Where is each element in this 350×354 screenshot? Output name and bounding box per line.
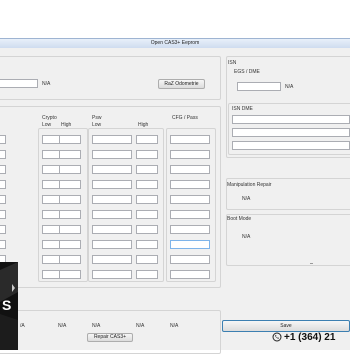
repair-cas3-label: Repair CAS3+ — [93, 334, 127, 340]
psw-low-field-2[interactable] — [92, 150, 132, 159]
psw-low-field-9[interactable] — [92, 255, 132, 264]
egs-dme-label: EGS / DME — [234, 69, 260, 75]
isn-dme-field-1[interactable] — [232, 115, 350, 124]
psw-high-field-1[interactable] — [136, 135, 158, 144]
cfg-pass-field-2[interactable] — [170, 150, 210, 159]
psw-low-field-3[interactable] — [92, 165, 132, 174]
psw-low-field-10[interactable] — [92, 270, 132, 279]
crypto-high-field-1[interactable] — [59, 135, 81, 144]
psw-low-field-1[interactable] — [92, 135, 132, 144]
psw-low-field-7[interactable] — [92, 225, 132, 234]
manipulation-label: Manipulation Repair — [227, 182, 272, 188]
left-edge-field-3[interactable] — [0, 165, 6, 174]
isn-dme-field-3[interactable] — [232, 141, 350, 150]
psw-low-field-8[interactable] — [92, 240, 132, 249]
psw-high-field-10[interactable] — [136, 270, 158, 279]
phone-number: +1 (364) 21 — [284, 332, 335, 343]
cas-eeprom-window: N/A RaZ Odometrie Crypto Low High Psw Lo… — [0, 48, 350, 354]
psw-low-field-5[interactable] — [92, 195, 132, 204]
window-title: Open CAS3+ Eeprom — [150, 40, 200, 46]
egs-dme-field[interactable] — [237, 82, 281, 91]
cfg-pass-field-7[interactable] — [170, 225, 210, 234]
cfg-pass-field-3[interactable] — [170, 165, 210, 174]
bottom-value-5: N/A — [170, 323, 179, 329]
boot-mode-label: Boot Mode — [227, 216, 252, 222]
crypto-high-field-10[interactable] — [59, 270, 81, 279]
phone-number-text: +1 (364) 21 — [284, 332, 336, 343]
reset-odometer-label: RaZ Odometrie — [164, 81, 199, 87]
cfg-pass-label: CFG / Pass — [172, 115, 198, 121]
cfg-pass-field-9[interactable] — [170, 255, 210, 264]
left-edge-field-8[interactable] — [0, 240, 6, 249]
boot-mode-marker — [310, 263, 313, 264]
crypto-high-field-7[interactable] — [59, 225, 81, 234]
cfg-pass-field-10[interactable] — [170, 270, 210, 279]
left-edge-field-7[interactable] — [0, 225, 6, 234]
psw-low-field-6[interactable] — [92, 210, 132, 219]
psw-low-field-4[interactable] — [92, 180, 132, 189]
crypto-high-field-9[interactable] — [59, 255, 81, 264]
crypto-label: Crypto — [42, 115, 57, 121]
reset-odometer-button[interactable]: RaZ Odometrie — [158, 79, 205, 89]
brand-logo: S — [0, 262, 18, 350]
left-edge-field-5[interactable] — [0, 195, 6, 204]
psw-high-field-5[interactable] — [136, 195, 158, 204]
crypto-high-field-8[interactable] — [59, 240, 81, 249]
odometer-value: N/A — [42, 81, 51, 87]
whatsapp-icon — [272, 332, 282, 342]
crypto-high-field-4[interactable] — [59, 180, 81, 189]
psw-high-field-8[interactable] — [136, 240, 158, 249]
psw-high-field-2[interactable] — [136, 150, 158, 159]
cfg-pass-field-5[interactable] — [170, 195, 210, 204]
bottom-value-3: N/A — [92, 323, 101, 329]
odometer-group — [0, 56, 221, 100]
svg-text:S: S — [2, 297, 11, 313]
cfg-pass-field-4[interactable] — [170, 180, 210, 189]
cfg-pass-field-8[interactable] — [170, 240, 210, 249]
manipulation-value: N/A — [242, 196, 251, 202]
psw-high-field-3[interactable] — [136, 165, 158, 174]
crypto-high-field-6[interactable] — [59, 210, 81, 219]
odometer-field[interactable] — [0, 79, 38, 88]
save-button[interactable]: Save — [222, 320, 350, 332]
crypto-high-field-3[interactable] — [59, 165, 81, 174]
isn-dme-field-2[interactable] — [232, 128, 350, 137]
psw-high-field-7[interactable] — [136, 225, 158, 234]
bottom-value-4: N/A — [136, 323, 145, 329]
psw-high-field-6[interactable] — [136, 210, 158, 219]
save-label: Save — [280, 323, 292, 329]
bottom-value-1: /A — [20, 323, 25, 329]
left-edge-field-4[interactable] — [0, 180, 6, 189]
egs-dme-value: N/A — [285, 84, 294, 90]
psw-label: Psw — [92, 115, 102, 121]
left-edge-field-6[interactable] — [0, 210, 6, 219]
psw-high-field-9[interactable] — [136, 255, 158, 264]
left-edge-field-2[interactable] — [0, 150, 6, 159]
isn-title: ISN — [228, 60, 237, 66]
cfg-pass-field-6[interactable] — [170, 210, 210, 219]
psw-high-field-4[interactable] — [136, 180, 158, 189]
crypto-high-field-2[interactable] — [59, 150, 81, 159]
repair-cas3-button[interactable]: Repair CAS3+ — [87, 333, 133, 342]
boot-mode-value: N/A — [242, 234, 251, 240]
crypto-high-field-5[interactable] — [59, 195, 81, 204]
repair-group — [0, 310, 221, 354]
cfg-pass-field-1[interactable] — [170, 135, 210, 144]
isn-dme-label: ISN DME — [232, 106, 253, 112]
left-edge-field-1[interactable] — [0, 135, 6, 144]
bottom-value-2: N/A — [58, 323, 67, 329]
